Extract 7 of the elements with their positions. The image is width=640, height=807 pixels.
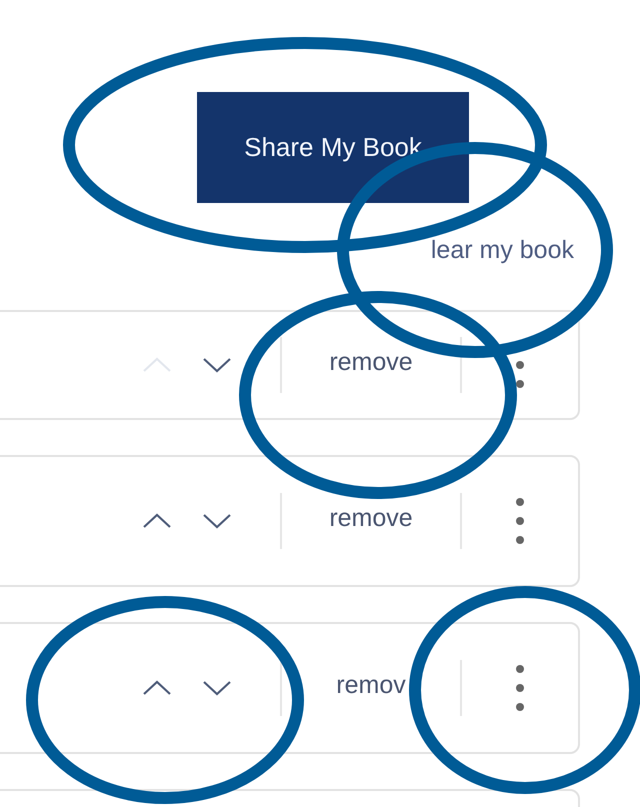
clear-link[interactable]: lear my book [430,236,574,265]
remove-button[interactable]: remove [282,348,460,376]
more-icon[interactable] [515,497,525,545]
remove-button[interactable]: remove [282,504,460,532]
more-icon[interactable] [515,664,525,712]
remove-button[interactable]: remov [282,670,460,700]
share-button[interactable]: Share My Book [197,92,469,203]
